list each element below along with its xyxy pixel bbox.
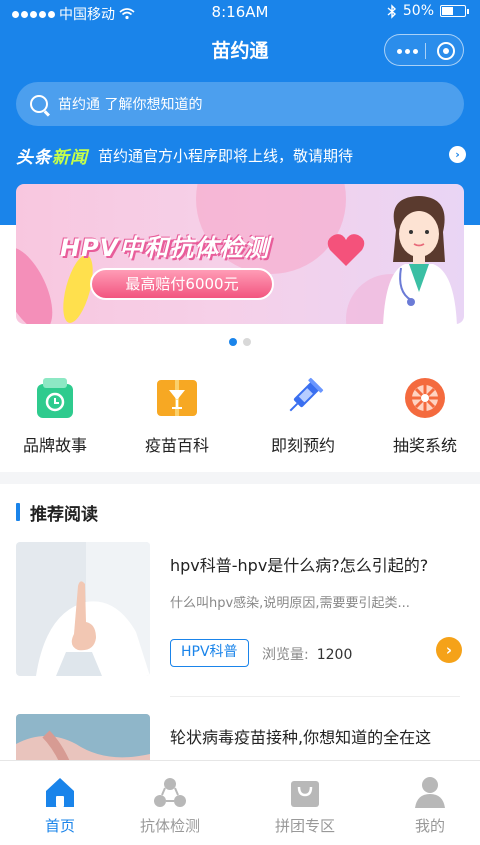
antibody-test-icon [153,775,187,809]
article-tag[interactable]: HPV科普 [170,639,249,667]
profile-icon [413,775,447,809]
leaf-decoration [16,239,64,324]
bluetooth-icon [387,3,396,19]
close-miniprogram-icon[interactable] [437,42,455,60]
search-input[interactable]: 苗约通 了解你想知道的 [16,82,464,126]
status-bar: 中国移动 8:16AM 50% [0,0,480,26]
battery-percent: 50% [402,3,434,19]
more-menu-icon[interactable] [397,49,418,54]
tab-home[interactable]: 首页 [0,771,120,836]
article-card[interactable]: hpv科普-hpv是什么病?怎么引起的? 什么叫hpv感染,说明原因,需要要引起… [16,542,464,678]
banner-title: HPV中和抗体检测 [60,234,270,262]
section-heading-text: 推荐阅读 [30,504,98,525]
views-label: 浏览量: [262,647,309,663]
headline-logo-part2: 新闻 [52,147,88,168]
views-count: 1200 [316,647,353,663]
tab-label: 抗体检测 [139,817,200,835]
entry-vaccine-encyclopedia[interactable]: 疫苗百科 [122,376,232,456]
section-heading: 推荐阅读 [16,502,98,525]
entry-label: 即刻预约 [270,436,335,455]
tab-bar: 首页 抗体检测 拼团专区 我的 [0,760,480,845]
entry-brand-story[interactable]: 品牌故事 [0,376,110,456]
nurse-illustration [383,196,457,324]
headline-news[interactable]: 头条新闻 苗约通官方小程序即将上线，敬请期待 › [16,143,466,168]
carousel-indicator [0,338,480,346]
brand-story-icon [33,376,77,420]
article-thumbnail [16,542,150,676]
syringe-icon [281,376,325,420]
capsule-divider [425,43,426,59]
search-placeholder: 苗约通 了解你想知道的 [58,97,203,113]
search-icon [30,95,48,113]
heading-bar [16,503,20,521]
group-buy-bag-icon [288,775,322,809]
tab-label: 首页 [44,817,75,835]
headline-logo-part1: 头条 [16,147,52,168]
headline-logo: 头条新闻 [16,143,88,168]
section-divider [0,472,480,484]
home-icon [43,775,77,809]
tab-group-buy[interactable]: 拼团专区 [245,771,365,836]
tab-profile[interactable]: 我的 [370,771,480,836]
chevron-right-icon[interactable]: › [449,146,466,163]
tab-antibody-test[interactable]: 抗体检测 [110,771,230,836]
indicator-dot-active[interactable] [229,338,237,346]
tab-label: 我的 [414,817,445,835]
battery-icon [440,5,469,17]
chevron-right-icon[interactable]: › [436,637,462,663]
article-title: hpv科普-hpv是什么病?怎么引起的? [170,556,429,575]
headline-text: 苗约通官方小程序即将上线，敬请期待 [98,146,354,165]
article-divider [170,696,460,697]
banner-pill: 最高赔付6000元 [90,268,274,300]
article-views: 浏览量: 1200 [262,644,352,664]
entry-label: 品牌故事 [22,436,87,455]
battery-fill [442,7,453,15]
indicator-dot[interactable] [243,338,251,346]
heart-icon [327,234,365,266]
recommended-section: 推荐阅读 hpv科普-hpv是什么病?怎么引起的? 什么叫hpv感染,说明原因,… [0,484,480,845]
tab-label: 拼团专区 [274,817,335,835]
article-title: 轮状病毒疫苗接种,你想知道的全在这 [170,728,432,747]
miniprogram-capsule [384,34,464,66]
vaccine-encyclopedia-icon [155,376,199,420]
article-description: 什么叫hpv感染,说明原因,需要要引起类... [170,596,410,611]
lottery-wheel-icon [403,376,447,420]
promo-banner[interactable]: HPV中和抗体检测 最高赔付6000元 [16,184,464,324]
entry-label: 抽奖系统 [392,436,457,455]
entry-label: 疫苗百科 [144,436,209,455]
entry-book-now[interactable]: 即刻预约 [248,376,358,456]
entry-lottery[interactable]: 抽奖系统 [370,376,480,456]
